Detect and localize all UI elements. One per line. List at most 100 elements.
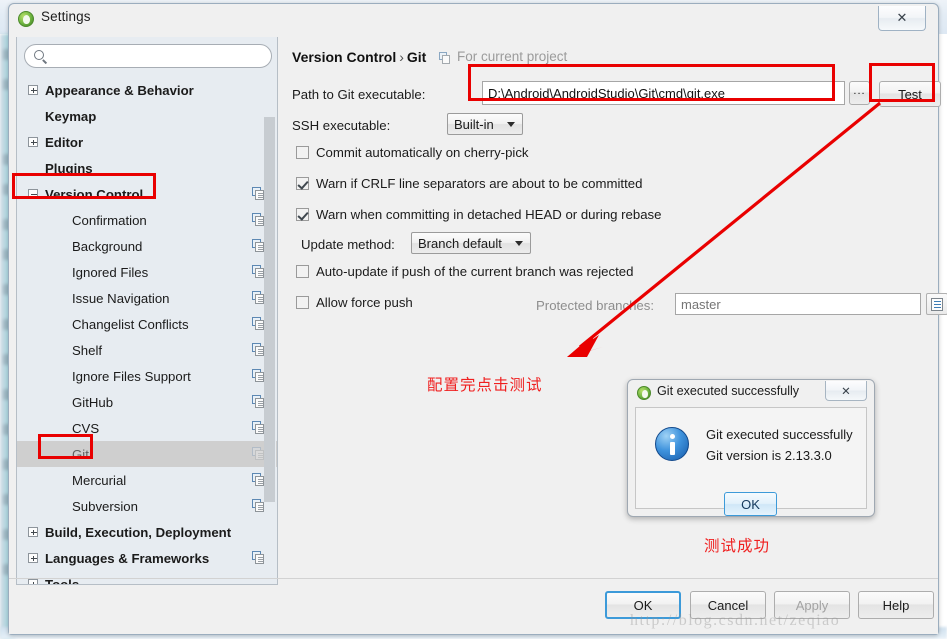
- sidebar-item-subversion[interactable]: Subversion: [17, 493, 277, 519]
- collapse-icon[interactable]: [28, 189, 38, 199]
- update-method-combo[interactable]: Branch default: [411, 232, 531, 254]
- sidebar-item-git[interactable]: Git: [17, 441, 277, 467]
- sidebar-item-build-execution-deployment[interactable]: Build, Execution, Deployment: [17, 519, 277, 545]
- note-test-success: 测试成功: [704, 537, 771, 555]
- sidebar-item-label: Appearance & Behavior: [45, 82, 194, 98]
- git-success-dialog: Git executed successfully ✕ Git executed…: [627, 379, 875, 517]
- message-ok-button[interactable]: OK: [724, 492, 777, 516]
- screenshot-root: Settings Appearance & Behavior Keymap Edit…: [0, 0, 947, 639]
- sidebar-item-label: Ignore Files Support: [72, 368, 191, 384]
- sidebar-item-appearance-behavior[interactable]: Appearance & Behavior: [17, 77, 277, 103]
- commit-cherrypick-checkbox[interactable]: [296, 146, 309, 159]
- project-scope-icon: [439, 52, 451, 64]
- message-dialog-content: Git executed successfully Git version is…: [635, 407, 867, 516]
- sidebar-item-ignored-files[interactable]: Ignored Files: [17, 259, 277, 285]
- sidebar-item-label: Changelist Conflicts: [72, 316, 189, 332]
- test-button[interactable]: Test: [879, 81, 941, 107]
- protected-branches-input[interactable]: [675, 293, 921, 315]
- update-method-label: Update method:: [301, 237, 395, 252]
- sidebar-item-label: Ignored Files: [72, 264, 149, 280]
- sidebar-item-editor[interactable]: Editor: [17, 129, 277, 155]
- window-title: Settings: [41, 9, 91, 24]
- sidebar-scrollbar-thumb[interactable]: [264, 117, 275, 502]
- sidebar-item-label: Confirmation: [72, 212, 147, 228]
- breadcrumb: Version Control › Git: [292, 49, 426, 65]
- sidebar-item-version-control[interactable]: Version Control: [17, 181, 277, 207]
- sidebar-item-label: Mercurial: [72, 472, 127, 488]
- sidebar-item-issue-navigation[interactable]: Issue Navigation: [17, 285, 277, 311]
- sidebar-item-cvs[interactable]: CVS: [17, 415, 277, 441]
- window-title-bar: Settings: [9, 4, 938, 34]
- ssh-executable-combo[interactable]: Built-in: [447, 113, 523, 135]
- sidebar-item-label: Languages & Frameworks: [45, 550, 210, 566]
- help-button[interactable]: Help: [858, 591, 934, 619]
- sidebar-item-plugins[interactable]: Plugins: [17, 155, 277, 181]
- search-icon: [34, 50, 44, 60]
- sidebar-item-label: Plugins: [45, 160, 93, 176]
- sidebar-item-mercurial[interactable]: Mercurial: [17, 467, 277, 493]
- warn-detached-head-label: Warn when committing in detached HEAD or…: [316, 207, 662, 222]
- search-input[interactable]: [51, 47, 261, 65]
- expand-icon[interactable]: [28, 85, 38, 95]
- chevron-down-icon: [515, 241, 523, 246]
- sidebar-item-label: Keymap: [45, 108, 97, 124]
- commit-cherrypick-label: Commit automatically on cherry-pick: [316, 145, 529, 160]
- protected-branches-label: Protected branches:: [536, 298, 655, 313]
- search-box[interactable]: [24, 44, 272, 68]
- auto-update-label: Auto-update if push of the current branc…: [316, 264, 634, 279]
- expand-icon[interactable]: [28, 527, 38, 537]
- warn-crlf-checkbox[interactable]: [296, 177, 309, 190]
- sidebar-item-keymap[interactable]: Keymap: [17, 103, 277, 129]
- sidebar-item-confirmation[interactable]: Confirmation: [17, 207, 277, 233]
- sidebar-item-shelf[interactable]: Shelf: [17, 337, 277, 363]
- browse-button[interactable]: ...: [849, 81, 870, 105]
- underline-git-path: [603, 98, 716, 101]
- sidebar-item-label: CVS: [72, 420, 100, 436]
- allow-force-push-checkbox[interactable]: [296, 296, 309, 309]
- settings-tree[interactable]: Appearance & Behavior Keymap Editor Plugins…: [17, 77, 277, 584]
- sidebar-item-github[interactable]: GitHub: [17, 389, 277, 415]
- window-close-button[interactable]: ✕: [878, 6, 926, 31]
- message-line-1: Git executed successfully: [706, 427, 853, 442]
- git-path-input[interactable]: [482, 81, 845, 105]
- sidebar-item-label: Build, Execution, Deployment: [45, 524, 232, 540]
- warn-crlf-checkbox-row[interactable]: Warn if CRLF line separators are about t…: [296, 176, 642, 191]
- sidebar-scrollbar-track[interactable]: [264, 77, 276, 583]
- breadcrumb-leaf: Git: [406, 49, 427, 65]
- sidebar-item-languages-frameworks[interactable]: Languages & Frameworks: [17, 545, 277, 571]
- warn-detached-head-checkbox-row[interactable]: Warn when committing in detached HEAD or…: [296, 207, 661, 222]
- path-to-git-label: Path to Git executable:: [292, 87, 426, 102]
- chevron-down-icon: [507, 122, 515, 127]
- sidebar-item-changelist-conflicts[interactable]: Changelist Conflicts: [17, 311, 277, 337]
- settings-window: Settings Appearance & Behavior Keymap Edit…: [8, 3, 947, 635]
- expand-icon[interactable]: [28, 553, 38, 563]
- settings-sidebar: Appearance & Behavior Keymap Editor Plugins…: [16, 37, 278, 585]
- settings-body: Appearance & Behavior Keymap Editor Plugins…: [9, 34, 947, 634]
- message-dialog-title: Git executed successfully: [657, 384, 800, 398]
- breadcrumb-separator: ›: [399, 49, 404, 65]
- sidebar-item-background[interactable]: Background: [17, 233, 277, 259]
- sidebar-item-label: Git: [72, 446, 89, 462]
- auto-update-checkbox[interactable]: [296, 265, 309, 278]
- android-studio-icon: [637, 386, 651, 400]
- sidebar-item-label: GitHub: [72, 394, 114, 410]
- info-icon: [655, 427, 689, 461]
- warn-detached-head-checkbox[interactable]: [296, 208, 309, 221]
- breadcrumb-note: For current project: [457, 49, 568, 64]
- sidebar-item-label: Shelf: [72, 342, 103, 358]
- ssh-executable-value: Built-in: [454, 116, 494, 132]
- warn-crlf-label: Warn if CRLF line separators are about t…: [316, 176, 643, 191]
- sidebar-item-ignore-files-support[interactable]: Ignore Files Support: [17, 363, 277, 389]
- sidebar-item-label: Version Control: [45, 186, 144, 202]
- note-configure-then-test: 配置完点击测试: [427, 376, 543, 394]
- protected-branches-expand-button[interactable]: [926, 293, 947, 315]
- message-dialog-close-button[interactable]: ✕: [825, 381, 867, 401]
- sidebar-item-label: Background: [72, 238, 143, 254]
- expand-icon[interactable]: [28, 137, 38, 147]
- ssh-executable-label: SSH executable:: [292, 118, 391, 133]
- commit-cherrypick-checkbox-row[interactable]: Commit automatically on cherry-pick: [296, 145, 529, 160]
- allow-force-push-label: Allow force push: [316, 295, 413, 310]
- update-method-value: Branch default: [418, 235, 502, 251]
- auto-update-checkbox-row[interactable]: Auto-update if push of the current branc…: [296, 264, 633, 279]
- allow-force-push-checkbox-row[interactable]: Allow force push: [296, 295, 413, 310]
